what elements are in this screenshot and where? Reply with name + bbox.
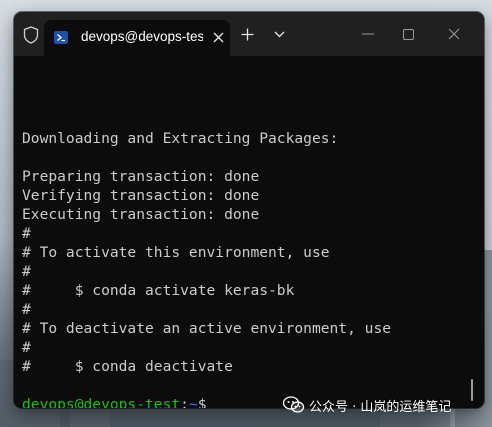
watermark-text: 公众号 · 山岚的运维笔记 (309, 399, 452, 415)
terminal-line: # To activate this environment, use (22, 244, 330, 261)
prompt-path: ~ (188, 396, 198, 408)
minimize-icon[interactable] (360, 26, 376, 42)
terminal-line: # (22, 301, 31, 318)
close-icon[interactable] (446, 26, 462, 42)
prompt-user-host: devops@devops-test (22, 396, 181, 408)
title-bar: devops@devops-test (14, 12, 484, 56)
terminal-line: # To deactivate an active environment, u… (22, 320, 392, 337)
terminal-output[interactable]: Downloading and Extracting Packages: Pre… (14, 56, 484, 408)
terminal-line: # (22, 339, 31, 356)
prompt-symbol: $ (197, 396, 207, 408)
maximize-icon[interactable] (400, 26, 416, 42)
prompt-separator: : (180, 396, 189, 408)
close-icon[interactable] (211, 30, 225, 44)
powershell-icon (54, 31, 68, 44)
terminal-window: devops@devops-test Downloading and Extra… (14, 12, 484, 408)
wechat-icon (283, 396, 305, 414)
scrollbar-thumb[interactable] (471, 379, 473, 401)
command-prompt[interactable]: devops@devops-test:~$ (22, 395, 207, 408)
watermark: 公众号 · 山岚的运维笔记 (283, 393, 451, 417)
tab-active[interactable]: devops@devops-test (44, 20, 230, 56)
tab-title: devops@devops-test (81, 29, 203, 44)
terminal-line: Downloading and Extracting Packages: (22, 130, 339, 147)
chevron-down-icon[interactable] (272, 27, 286, 41)
terminal-line: Executing transaction: done (22, 206, 260, 223)
terminal-line: # $ conda deactivate (22, 358, 233, 375)
terminal-line: # $ conda activate keras-bk (22, 282, 295, 299)
terminal-line: # (22, 263, 31, 280)
terminal-line: Verifying transaction: done (22, 187, 260, 204)
plus-icon[interactable] (239, 26, 255, 42)
terminal-line: Preparing transaction: done (22, 168, 260, 185)
shield-icon[interactable] (22, 25, 40, 45)
terminal-line: # (22, 225, 31, 242)
